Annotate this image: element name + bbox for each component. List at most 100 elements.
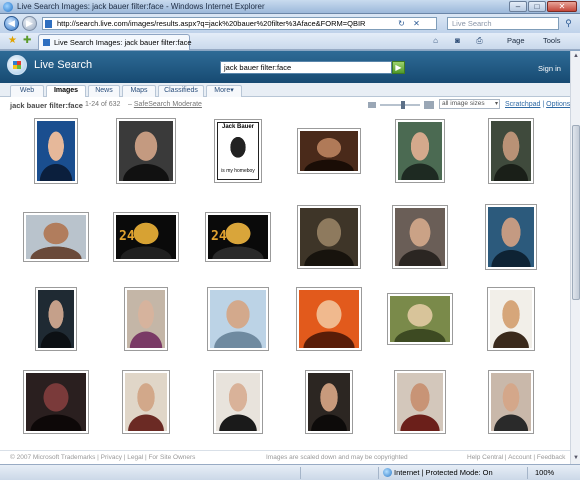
image-thumbnail[interactable]	[488, 118, 534, 184]
print-icon[interactable]: ⎙	[474, 36, 485, 46]
browser-search-icon[interactable]: ⚲	[561, 17, 576, 30]
thumbnail-image	[308, 373, 350, 431]
image-thumbnail[interactable]	[122, 370, 170, 434]
live-search-header: Live Search jack bauer filter:face ▶ Sig…	[0, 51, 570, 83]
status-divider	[378, 467, 379, 479]
zoom-level[interactable]: 100%	[535, 468, 554, 477]
sign-in-link[interactable]: Sign in	[538, 64, 561, 73]
thumbnail-image	[26, 373, 86, 431]
large-size-icon[interactable]	[424, 101, 434, 109]
image-thumbnail[interactable]	[297, 205, 361, 269]
live-search-brand[interactable]: Live Search	[34, 59, 92, 71]
image-thumbnail[interactable]	[387, 293, 453, 345]
minimize-button[interactable]: –	[509, 1, 527, 12]
tools-menu[interactable]: Tools	[543, 36, 561, 45]
scope-tabs: Web Images News Maps Classifieds More▾	[0, 83, 570, 97]
image-thumbnail[interactable]	[213, 370, 263, 434]
tab-more[interactable]: More▾	[206, 85, 242, 97]
thumbnail-caption: is my homeboy	[221, 168, 255, 174]
page-icon	[45, 20, 52, 28]
24-logo: 24	[211, 229, 227, 244]
windows-logo-icon[interactable]	[7, 55, 27, 75]
image-thumbnail[interactable]	[296, 287, 362, 351]
image-thumbnail[interactable]	[488, 370, 534, 434]
live-search-go-button[interactable]: ▶	[392, 61, 405, 74]
options-links: Scratchpad | Options	[505, 101, 571, 108]
image-thumbnail[interactable]	[116, 118, 176, 184]
options-link[interactable]: Options	[546, 101, 570, 108]
thumbnail-image	[488, 207, 534, 267]
tab-news[interactable]: News	[88, 85, 120, 97]
results-count: 1-24 of 632	[85, 101, 121, 108]
image-thumbnail[interactable]: 24	[205, 212, 271, 262]
image-thumbnail[interactable]	[207, 287, 269, 351]
tab-maps[interactable]: Maps	[122, 85, 156, 97]
tab-classifieds[interactable]: Classifieds	[158, 85, 204, 97]
footer-help-links[interactable]: Help Central | Account | Feedback	[467, 454, 565, 461]
favorites-star-icon[interactable]: ★	[8, 35, 19, 46]
vertical-scrollbar[interactable]: ▲ ▼	[570, 51, 580, 464]
safesearch-link[interactable]: – SafeSearch Moderate	[128, 101, 202, 108]
image-thumbnail[interactable]	[487, 287, 535, 351]
stop-icon[interactable]: ✕	[410, 18, 423, 29]
status-divider	[300, 467, 301, 479]
thumbnail-image	[300, 131, 358, 171]
image-thumbnail[interactable]	[395, 119, 445, 183]
image-thumbnail[interactable]	[392, 205, 448, 269]
safesearch-label[interactable]: SafeSearch Moderate	[134, 101, 202, 108]
address-toolbar: ◀ ▶ http://search.live.com/images/result…	[0, 14, 580, 33]
footer-legal-links[interactable]: © 2007 Microsoft Trademarks | Privacy | …	[10, 454, 195, 461]
home-icon[interactable]: ⌂	[430, 36, 441, 46]
status-divider	[527, 467, 528, 479]
image-thumbnail[interactable]	[297, 128, 361, 174]
image-thumbnail[interactable]	[394, 370, 446, 434]
image-thumbnail[interactable]	[23, 212, 89, 262]
image-thumbnail[interactable]: 24	[113, 212, 179, 262]
24-logo: 24	[119, 229, 135, 244]
status-bar: Internet | Protected Mode: On 100%	[0, 464, 580, 480]
thumbnail-image	[491, 373, 531, 431]
feeds-icon[interactable]: ◙	[452, 36, 463, 46]
forward-button[interactable]: ▶	[22, 16, 37, 31]
tab-toolbar: ★ ✚ Live Search Images: jack bauer filte…	[0, 33, 580, 50]
scrollbar-thumb[interactable]	[572, 125, 580, 300]
thumbnail-image: 24	[116, 215, 176, 259]
image-thumbnail[interactable]	[485, 204, 537, 270]
back-button[interactable]: ◀	[4, 16, 19, 31]
window-title-bar: Live Search Images: jack bauer filter:fa…	[0, 0, 580, 14]
live-search-input[interactable]: jack bauer filter:face	[220, 61, 392, 74]
thumbnail-image	[216, 373, 260, 431]
security-zone[interactable]: Internet | Protected Mode: On	[394, 468, 493, 477]
small-size-icon[interactable]	[368, 102, 376, 108]
image-thumbnail[interactable]	[35, 287, 77, 351]
address-url[interactable]: http://search.live.com/images/results.as…	[57, 19, 387, 28]
image-thumbnail[interactable]	[34, 118, 78, 184]
browser-search-input[interactable]: Live Search	[447, 17, 559, 30]
close-button[interactable]: ✕	[547, 1, 577, 12]
image-thumbnail[interactable]	[124, 287, 168, 351]
tab-images[interactable]: Images	[46, 85, 86, 97]
refresh-icon[interactable]: ↻	[395, 18, 408, 29]
slider-knob[interactable]	[401, 101, 405, 109]
page-menu[interactable]: Page	[507, 36, 525, 45]
thumbnail-image	[300, 208, 358, 266]
image-thumbnail[interactable]	[305, 370, 353, 434]
thumbnail-image	[491, 121, 531, 181]
thumbnail-size-slider[interactable]	[368, 101, 434, 109]
scroll-down-icon[interactable]: ▼	[572, 454, 580, 463]
scratchpad-link[interactable]: Scratchpad	[505, 101, 540, 108]
thumbnail-image	[119, 121, 173, 181]
slider-track[interactable]	[380, 104, 420, 106]
image-thumbnail[interactable]	[23, 370, 89, 434]
tab-web[interactable]: Web	[10, 85, 44, 97]
tab-live-search-images[interactable]: Live Search Images: jack bauer filter:fa…	[38, 34, 192, 50]
thumbnail-image	[490, 290, 532, 348]
maximize-button[interactable]: □	[528, 1, 546, 12]
image-results-grid: Jack Bauer is my homeboy 24 24	[0, 111, 560, 451]
stencil-face-image	[224, 132, 252, 166]
add-favorites-icon[interactable]: ✚	[23, 35, 34, 46]
address-bar[interactable]: http://search.live.com/images/results.as…	[42, 17, 437, 30]
scroll-up-icon[interactable]: ▲	[572, 52, 580, 61]
image-thumbnail[interactable]: Jack Bauer is my homeboy	[214, 119, 262, 183]
image-size-select[interactable]: all image sizes	[439, 99, 500, 109]
